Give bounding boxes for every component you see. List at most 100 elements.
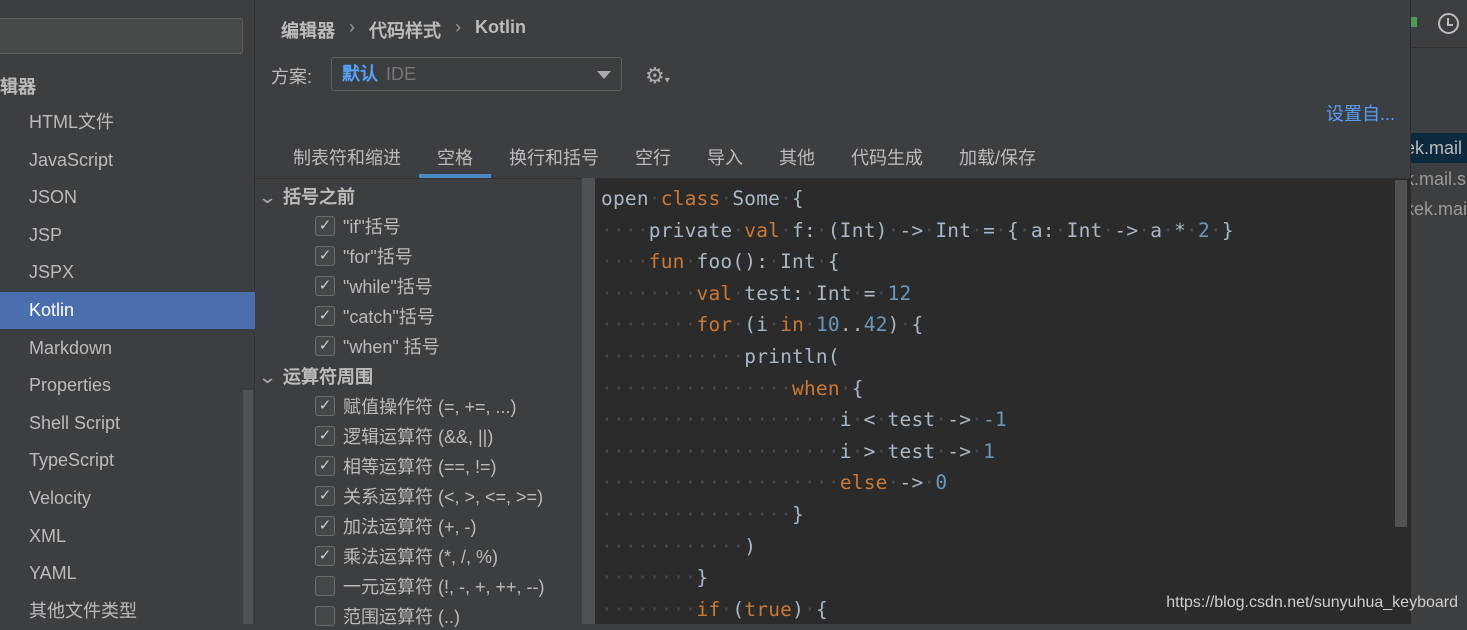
settings-search-input[interactable] xyxy=(0,18,243,54)
checkbox[interactable]: ✓ xyxy=(315,306,335,326)
checkbox[interactable]: ✓ xyxy=(315,546,335,566)
tab[interactable]: 换行和括号 xyxy=(491,140,617,178)
checkbox[interactable]: ✓ xyxy=(315,336,335,356)
code-line: · · · open class Some { xyxy=(601,183,1404,215)
option-checkbox-row[interactable]: 范围运算符 (..) xyxy=(315,603,460,629)
option-checkbox-row[interactable]: ✓ "for"括号 xyxy=(315,243,413,269)
tab[interactable]: 空行 xyxy=(617,140,689,178)
option-label: "for"括号 xyxy=(343,247,413,267)
breadcrumb: 编辑器 › 代码样式 › Kotlin xyxy=(281,17,526,43)
checkbox[interactable]: ✓ xyxy=(315,216,335,236)
code-token: if xyxy=(696,597,721,621)
tab-bar: 制表符和缩进 空格 换行和括号 空行 导入 其他 代码生成 加载/保存 xyxy=(275,140,1054,178)
tab[interactable]: 代码生成 xyxy=(833,140,941,178)
option-checkbox-row[interactable]: ✓ 赋值操作符 (=, +=, ...) xyxy=(315,393,517,419)
code-token: for xyxy=(696,313,733,337)
checkbox[interactable] xyxy=(315,576,335,596)
code-line: ················ } xyxy=(601,499,1404,531)
checkbox[interactable]: ✓ xyxy=(315,426,335,446)
checkbox[interactable]: ✓ xyxy=(315,396,335,416)
chevron-right-icon: › xyxy=(455,17,461,37)
options-scrollbar[interactable] xyxy=(582,178,595,624)
code-token: ) { xyxy=(887,313,924,337)
code-token: 1 xyxy=(983,439,996,463)
checkbox[interactable]: ✓ xyxy=(315,516,335,536)
checkbox[interactable] xyxy=(315,606,335,626)
option-checkbox-row[interactable]: ✓ "when" 括号 xyxy=(315,333,440,359)
background-ide-panel: ek.mail k.mail.s kek.mai xyxy=(1410,0,1467,624)
code-token: fun xyxy=(648,250,685,274)
option-checkbox-row[interactable]: ✓ 乘法运算符 (*, /, %) xyxy=(315,543,498,569)
sidebar-section-editor[interactable]: 辑器 xyxy=(0,73,36,99)
gear-icon[interactable]: ⚙▾ xyxy=(645,63,670,89)
tab[interactable]: 导入 xyxy=(689,140,761,178)
option-label: "while"括号 xyxy=(343,277,433,297)
tab[interactable]: 制表符和缩进 xyxy=(275,140,419,178)
code-token: } xyxy=(601,566,709,590)
sidebar-item[interactable]: Velocity xyxy=(0,480,255,517)
sidebar-item[interactable]: XML xyxy=(0,518,255,555)
sidebar-scrollbar[interactable] xyxy=(243,390,253,624)
code-token: .. xyxy=(839,313,864,337)
checkbox[interactable]: ✓ xyxy=(315,486,335,506)
spaces-options-tree: ⌄ 括号之前 ✓ "if"括号 ✓ "for"括号 ✓ "while"括号 ✓ "catch"括号… xyxy=(255,178,582,627)
option-checkbox-row[interactable]: ✓ "if"括号 xyxy=(315,213,401,239)
sidebar-item[interactable]: HTML文件 xyxy=(0,104,255,141)
checkbox[interactable]: ✓ xyxy=(315,456,335,476)
option-checkbox-row[interactable]: ✓ 关系运算符 (<, >, <=, >=) xyxy=(315,483,543,509)
code-token: 12 xyxy=(887,281,912,305)
tab[interactable]: 加载/保存 xyxy=(941,140,1054,178)
code-token: 0 xyxy=(935,471,948,495)
sidebar-item[interactable]: JavaScript xyxy=(0,142,255,179)
preview-scrollbar[interactable] xyxy=(1395,180,1407,527)
code-token: i > test -> xyxy=(601,439,984,463)
sidebar-item[interactable]: Shell Script xyxy=(0,405,255,442)
code-token: Some { xyxy=(720,187,804,210)
code-token: true xyxy=(744,597,793,621)
code-token: ( xyxy=(720,597,745,621)
list-item[interactable]: kek.mai xyxy=(1411,194,1467,224)
sidebar-item[interactable]: YAML xyxy=(0,555,255,592)
scheme-name: 默认 xyxy=(342,64,378,84)
tab[interactable]: 其他 xyxy=(761,140,833,178)
option-label: "when" 括号 xyxy=(343,337,440,357)
sidebar-item[interactable]: JSP xyxy=(0,217,255,254)
sidebar-item[interactable]: JSON xyxy=(0,179,255,216)
checkbox[interactable]: ✓ xyxy=(315,246,335,266)
option-label: 加法运算符 (+, -) xyxy=(343,517,477,537)
option-checkbox-row[interactable]: ✓ 逻辑运算符 (&&, ||) xyxy=(315,423,493,449)
code-token: ) { xyxy=(792,597,828,621)
sidebar-item[interactable]: Markdown xyxy=(0,330,255,367)
list-item[interactable]: ek.mail xyxy=(1411,133,1467,163)
scheme-dropdown[interactable]: 默认 IDE xyxy=(331,57,622,91)
option-checkbox-row[interactable]: ✓ 加法运算符 (+, -) xyxy=(315,513,477,539)
option-checkbox-row[interactable]: ✓ "while"括号 xyxy=(315,273,433,299)
sidebar-item[interactable]: JSPX xyxy=(0,254,255,291)
sidebar-item[interactable]: 其他文件类型 xyxy=(0,593,255,630)
code-token: test: Int = xyxy=(732,281,888,305)
option-group[interactable]: ⌄ 运算符周围 xyxy=(258,363,373,389)
option-label: 逻辑运算符 (&&, ||) xyxy=(343,427,494,447)
clock-icon[interactable] xyxy=(1438,13,1459,34)
list-item[interactable]: k.mail.s xyxy=(1411,164,1467,194)
option-group[interactable]: ⌄ 括号之前 xyxy=(258,183,355,209)
code-line: ········ · · · · val test: Int = 12 xyxy=(601,278,1404,310)
code-token: val xyxy=(696,281,733,305)
sidebar-item[interactable]: Properties xyxy=(0,367,255,404)
code-token: println( xyxy=(601,344,840,368)
code-token: } xyxy=(601,502,804,526)
option-checkbox-row[interactable]: ✓ "catch"括号 xyxy=(315,303,435,329)
option-label: 一元运算符 (!, -, +, ++, --) xyxy=(343,577,545,597)
checkbox[interactable]: ✓ xyxy=(315,276,335,296)
option-checkbox-row[interactable]: 一元运算符 (!, -, +, ++, --) xyxy=(315,573,545,599)
code-token: -1 xyxy=(983,408,1007,432)
option-checkbox-row[interactable]: ✓ 相等运算符 (==, !=) xyxy=(315,453,497,479)
set-from-link[interactable]: 设置自... xyxy=(1326,100,1395,126)
code-token: 10 xyxy=(815,313,840,337)
sidebar-item[interactable]: TypeScript xyxy=(0,442,255,479)
tab[interactable]: 空格 xyxy=(419,140,491,178)
sidebar-item[interactable]: Kotlin xyxy=(0,292,255,329)
toolbar xyxy=(1411,0,1467,48)
